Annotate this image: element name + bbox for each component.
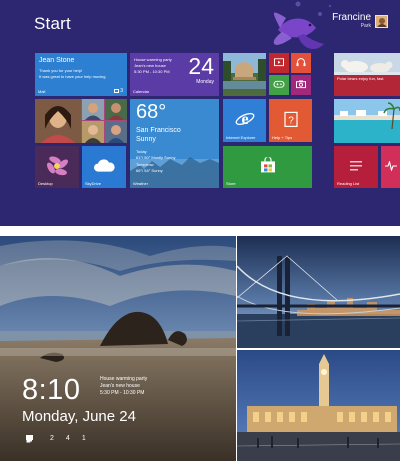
store-label: Store	[226, 181, 236, 186]
calendar-time: 5:30 PM - 10:30 PM	[134, 69, 170, 74]
alarm-icon	[26, 435, 32, 441]
weather-condition: Sunny	[136, 136, 156, 143]
weather-city: San Francisco	[136, 127, 181, 134]
envelope-icon	[114, 88, 120, 93]
weather-label: Weather	[133, 181, 149, 186]
weather-tomorrow-label: Tomorrow	[136, 162, 154, 167]
photos-tile[interactable]	[223, 53, 266, 96]
calendar-label: Calendar	[133, 89, 150, 94]
mail-line-1: Thank you for your help!	[39, 68, 83, 73]
video-icon	[274, 58, 284, 67]
help-tips-label: Help + Tips	[272, 135, 293, 140]
cloud-icon	[94, 159, 115, 172]
mail-status: 2	[26, 435, 54, 442]
lock-event: House warming party Jean's new house 5:3…	[100, 376, 147, 396]
weather-temperature: 68°	[136, 101, 167, 123]
svg-text:e: e	[241, 111, 248, 128]
help-tips-tile[interactable]: ? Help + Tips	[269, 99, 312, 142]
heartbeat-icon	[384, 161, 397, 171]
polar-bears-image	[334, 53, 400, 75]
camera-tile[interactable]	[291, 75, 311, 95]
reading-list-icon	[350, 161, 362, 171]
mail-line-2: It was great to have your help moving	[39, 74, 106, 79]
user-account-button[interactable]: Francine Park	[308, 12, 388, 32]
store-bag-icon	[260, 157, 275, 173]
weather-tomorrow-detail: 66°/ 54° Sunny	[136, 168, 163, 173]
ferry-building-image	[237, 350, 400, 461]
music-tile[interactable]	[291, 53, 311, 73]
reading-list-tile[interactable]: Reading List	[334, 146, 378, 188]
skydrive-tile[interactable]: SkyDrive	[82, 146, 126, 188]
svg-text:?: ?	[288, 115, 294, 126]
user-subname: Park	[360, 23, 371, 29]
photo-palace-image	[223, 53, 266, 96]
user-name: Francine	[332, 12, 371, 23]
camera-icon	[296, 80, 306, 89]
beach-sunset-background	[0, 236, 236, 461]
start-title: Start	[34, 14, 71, 33]
start-screen: Start Francine Park Jean Stone Thank you…	[0, 0, 400, 226]
video-tile[interactable]	[269, 53, 289, 73]
messaging-status: 4	[26, 435, 70, 442]
headphones-icon	[296, 58, 306, 67]
health-tile[interactable]	[381, 146, 400, 188]
people-tile[interactable]	[35, 99, 127, 143]
lock-event-place: Jean's new house	[100, 382, 140, 389]
mail-label: Mail	[38, 89, 46, 94]
weather-today-label: Today	[136, 149, 147, 154]
calendar-location: Jean's new house	[134, 63, 166, 68]
lock-date: Monday, June 24	[22, 408, 136, 425]
store-tile[interactable]: Store	[223, 146, 312, 188]
alarm-status: 1	[26, 435, 86, 442]
skydrive-label: SkyDrive	[85, 181, 102, 186]
internet-explorer-tile[interactable]: e Internet Explorer	[223, 99, 266, 142]
lock-event-time: 5:30 PM - 10:30 PM	[100, 389, 145, 396]
desktop-tile[interactable]: Desktop	[35, 146, 79, 188]
avatar	[375, 15, 388, 28]
mail-count: 3	[114, 88, 123, 94]
tropical-resort-image	[334, 99, 400, 143]
lock-status-bar: 2 4 1	[26, 435, 86, 443]
mail-tile[interactable]: Jean Stone Thank you for your help! It w…	[35, 53, 127, 96]
internet-explorer-icon: e	[235, 111, 254, 128]
help-book-icon: ?	[283, 111, 298, 127]
bay-bridge-image	[237, 236, 400, 348]
news-tile[interactable]: Polar bears enjoy fun, fast	[334, 75, 400, 96]
lock-screen[interactable]: 8:10 House warming party Jean's new hous…	[0, 236, 236, 461]
mail-sender: Jean Stone	[39, 57, 75, 64]
weather-today-detail: 61°/ 50° Mostly Sunny	[136, 155, 176, 160]
games-tile[interactable]	[269, 75, 289, 95]
weather-tile[interactable]: 68° San Francisco Sunny Today 61°/ 50° M…	[130, 99, 219, 188]
game-controller-icon	[273, 80, 285, 88]
reading-list-label: Reading List	[337, 181, 360, 186]
news-headline: Polar bears enjoy fun, fast	[337, 76, 384, 81]
calendar-weekday: Monday	[196, 79, 214, 85]
calendar-day: 24	[188, 53, 214, 79]
lock-event-title: House warming party	[100, 376, 148, 382]
desktop-label: Desktop	[38, 181, 53, 186]
people-photos-image	[35, 99, 127, 143]
calendar-event: House warming party	[134, 57, 172, 62]
travel-tile[interactable]	[334, 99, 400, 143]
lock-time: 8:10	[22, 374, 81, 406]
calendar-tile[interactable]: House warming party Jean's new house 5:3…	[130, 53, 219, 96]
internet-explorer-label: Internet Explorer	[226, 135, 256, 140]
